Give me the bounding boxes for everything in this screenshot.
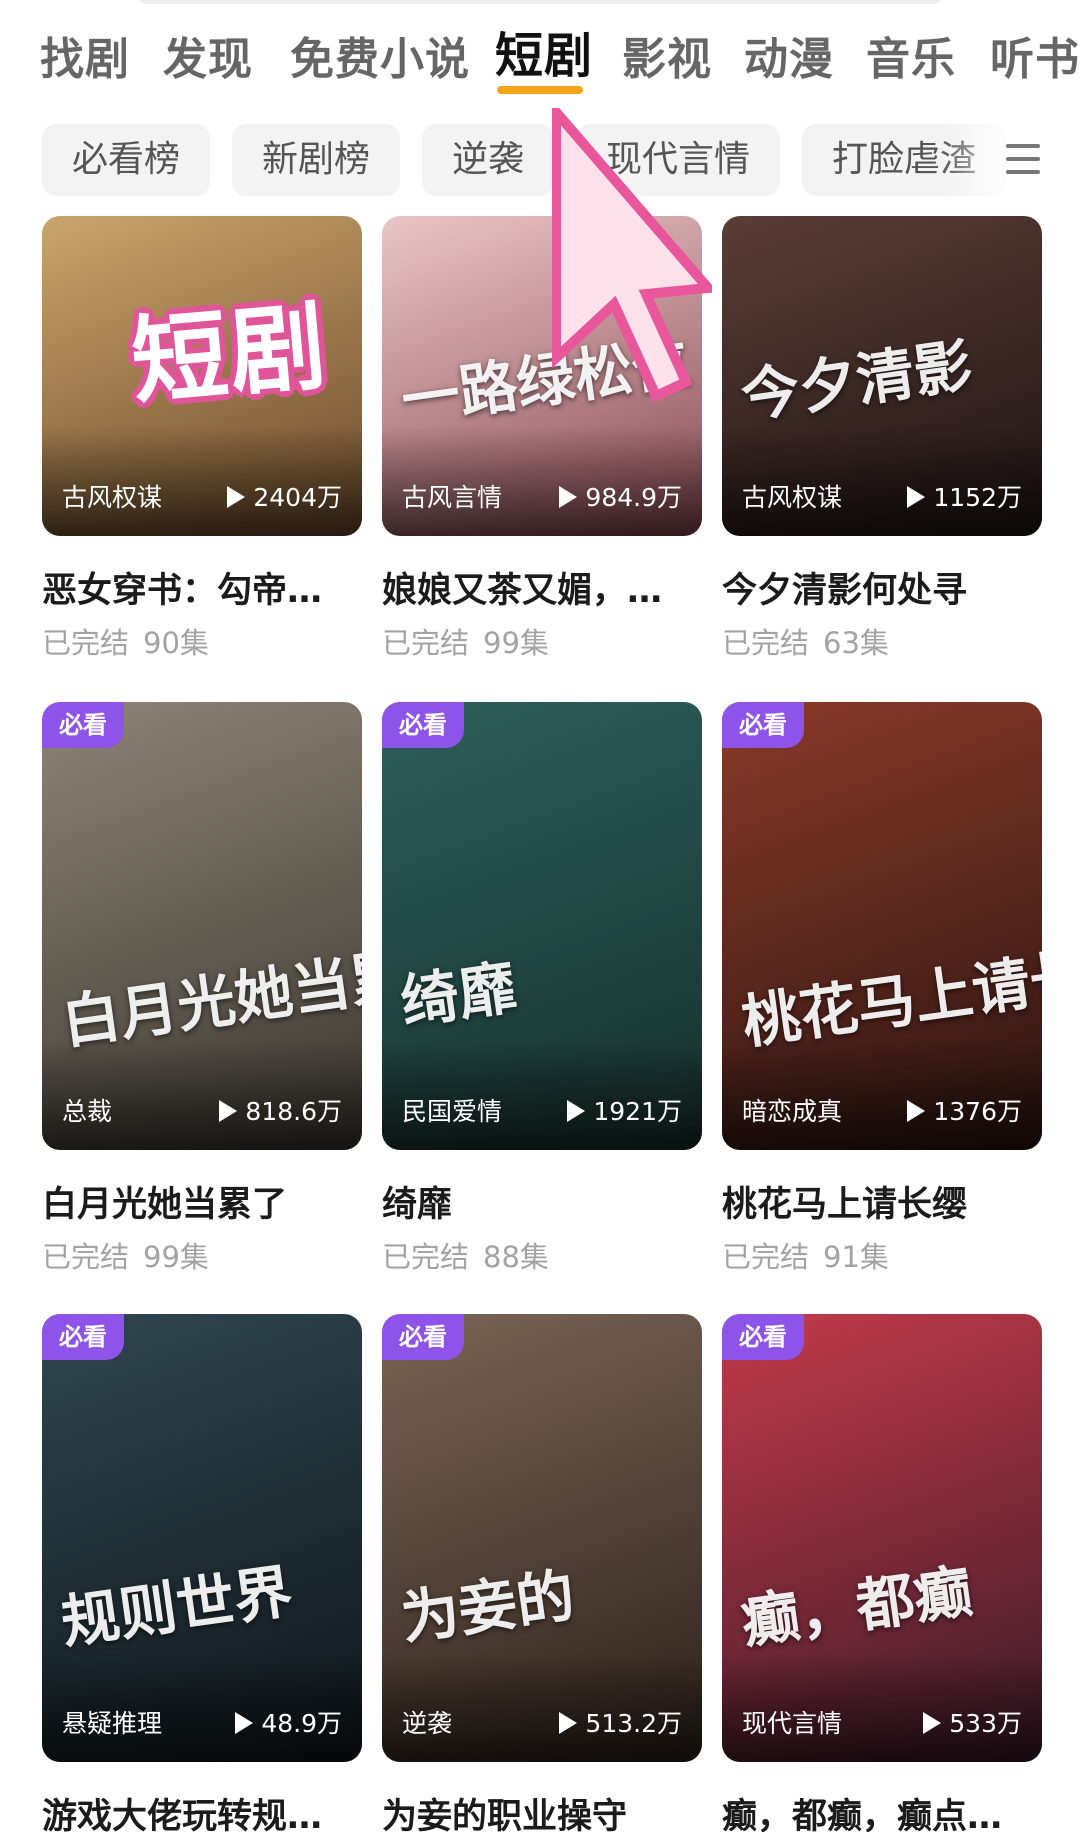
genre-label: 暗恋成真 (742, 1097, 843, 1126)
play-icon (567, 1100, 586, 1122)
status-label: 已完结 (42, 626, 130, 660)
status-label: 已完结 (382, 626, 470, 660)
poster-title-art: 规则世界 (57, 1557, 297, 1657)
play-count-value: 2404万 (253, 483, 342, 512)
genre-label: 民国爱情 (402, 1097, 503, 1126)
play-count-value: 533万 (949, 1709, 1022, 1738)
play-count: 984.9万 (559, 478, 682, 514)
play-count-value: 1376万 (933, 1097, 1022, 1126)
episode-count: 63集 (823, 626, 889, 660)
drama-title[interactable]: 今夕清影何处寻 (722, 562, 1042, 613)
play-count: 48.9万 (235, 1704, 342, 1740)
genre-label: 古风言情 (402, 483, 503, 512)
poster[interactable]: 绮靡 必看民国爱情 1921万 (382, 702, 702, 1150)
poster[interactable]: 规则世界 必看悬疑推理 48.9万 (42, 1314, 362, 1762)
sticker-text: 短剧 (127, 289, 333, 419)
drama-meta: 已完结 90集 (42, 620, 209, 662)
must-watch-badge: 必看 (722, 1314, 804, 1360)
poster[interactable]: 为妾的 必看逆袭 513.2万 (382, 1314, 702, 1762)
drama-meta: 已完结 99集 (382, 620, 549, 662)
poster-title-art: 为妾的 (396, 1561, 579, 1653)
genre-label: 现代言情 (742, 1709, 843, 1738)
episode-count: 88集 (483, 1240, 549, 1274)
play-count-value: 1921万 (593, 1097, 682, 1126)
genre-label: 悬疑推理 (62, 1709, 163, 1738)
poster[interactable]: 癫，都癫 必看现代言情 533万 (722, 1314, 1042, 1762)
must-watch-badge: 必看 (382, 702, 464, 748)
play-count-value: 48.9万 (261, 1709, 342, 1738)
status-label: 已完结 (722, 1240, 810, 1274)
drama-title[interactable]: 游戏大佬玩转规… (42, 1788, 362, 1832)
poster-title-art: 癫，都癫 (737, 1557, 977, 1657)
poster[interactable]: 桃花马上请长缨 必看暗恋成真 1376万 (722, 702, 1042, 1150)
genre-label: 逆袭 (402, 1709, 453, 1738)
play-count: 2404万 (227, 478, 342, 514)
must-watch-badge: 必看 (42, 1314, 124, 1360)
play-icon (923, 1712, 942, 1734)
play-count: 1376万 (907, 1092, 1022, 1128)
play-count: 513.2万 (559, 1704, 682, 1740)
must-watch-badge: 必看 (42, 702, 124, 748)
drama-meta: 已完结 91集 (722, 1234, 889, 1276)
poster[interactable]: 白月光她当累了 必看总裁 818.6万 (42, 702, 362, 1150)
drama-title[interactable]: 恶女穿书：勾帝… (42, 562, 362, 613)
drama-meta: 已完结 63集 (722, 620, 889, 662)
drama-title[interactable]: 癫，都癫，癫点… (722, 1788, 1042, 1832)
episode-count: 91集 (823, 1240, 889, 1274)
short-drama-sticker: 短剧 (125, 265, 363, 419)
drama-title[interactable]: 桃花马上请长缨 (722, 1176, 1042, 1227)
poster[interactable]: 今夕清影古风权谋 1152万 (722, 216, 1042, 536)
episode-count: 90集 (143, 626, 209, 660)
drama-meta: 已完结 88集 (382, 1234, 549, 1276)
play-count: 533万 (923, 1704, 1022, 1740)
poster-title-art: 白月光她当累了 (57, 933, 362, 1057)
play-icon (907, 1100, 926, 1122)
status-label: 已完结 (722, 626, 810, 660)
genre-label: 古风权谋 (742, 483, 843, 512)
play-count: 1921万 (567, 1092, 682, 1128)
play-count: 1152万 (907, 478, 1022, 514)
poster-title-art: 今夕清影 (737, 331, 977, 431)
play-icon (559, 486, 578, 508)
episode-count: 99集 (143, 1240, 209, 1274)
drama-meta: 已完结 99集 (42, 1234, 209, 1276)
poster-title-art: 绮靡 (396, 953, 521, 1037)
play-count-value: 513.2万 (585, 1709, 682, 1738)
play-icon (907, 486, 926, 508)
play-icon (227, 486, 246, 508)
status-label: 已完结 (42, 1240, 130, 1274)
play-icon (219, 1100, 238, 1122)
genre-label: 总裁 (62, 1097, 113, 1126)
play-icon (235, 1712, 254, 1734)
episode-count: 99集 (483, 626, 549, 660)
cursor-icon (552, 108, 712, 403)
drama-title[interactable]: 绮靡 (382, 1176, 702, 1227)
play-count-value: 818.6万 (245, 1097, 342, 1126)
poster-title-art: 桃花马上请长缨 (737, 933, 1042, 1057)
play-count: 818.6万 (219, 1092, 342, 1128)
must-watch-badge: 必看 (722, 702, 804, 748)
play-icon (559, 1712, 578, 1734)
drama-grid: 古风权谋 2404万 恶女穿书：勾帝… 已完结 90集 一路绿松位 古风言情 984.9万 娘娘… (0, 0, 1080, 1832)
play-count-value: 1152万 (933, 483, 1022, 512)
drama-title[interactable]: 为妾的职业操守 (382, 1788, 702, 1832)
drama-title[interactable]: 娘娘又茶又媚，… (382, 562, 702, 613)
play-count-value: 984.9万 (585, 483, 682, 512)
status-label: 已完结 (382, 1240, 470, 1274)
must-watch-badge: 必看 (382, 1314, 464, 1360)
drama-title[interactable]: 白月光她当累了 (42, 1176, 362, 1227)
genre-label: 古风权谋 (62, 483, 163, 512)
